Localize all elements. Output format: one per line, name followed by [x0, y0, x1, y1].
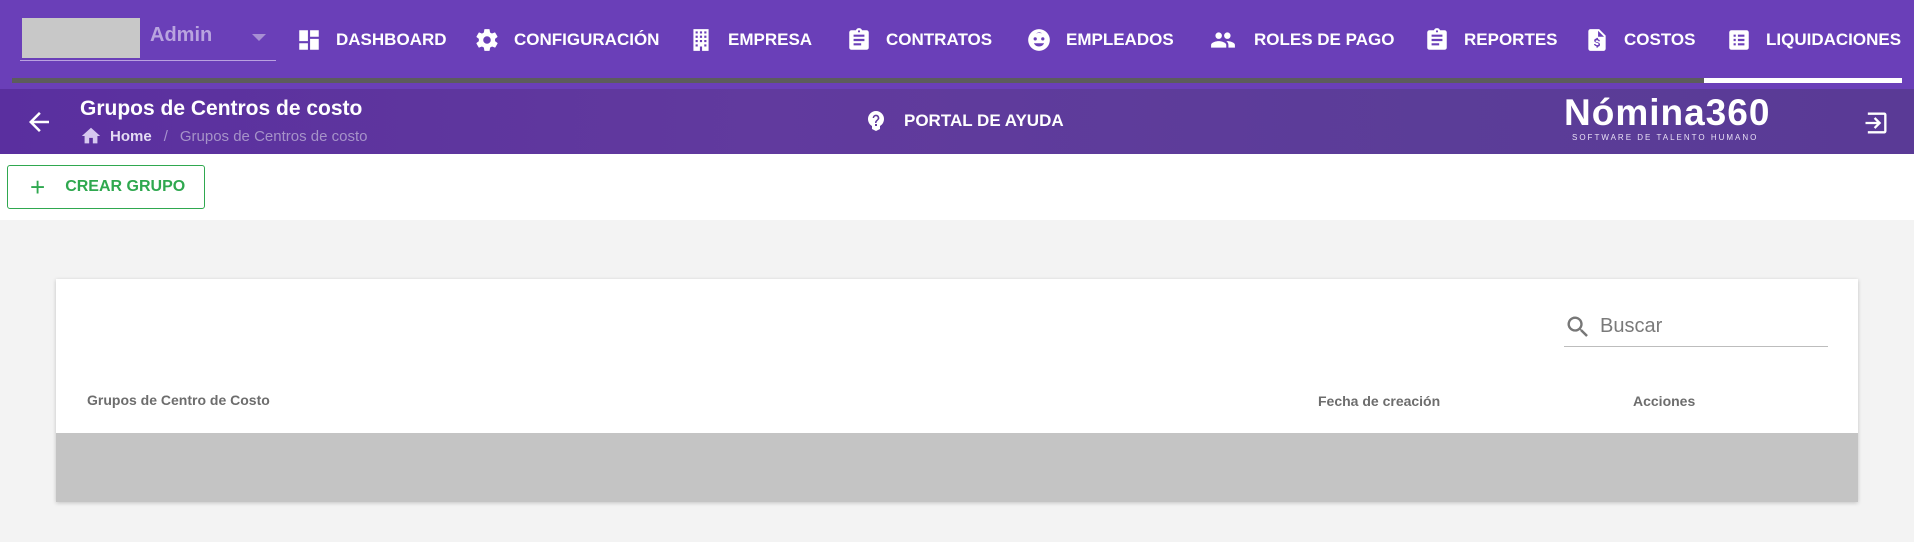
column-header-creation-date[interactable]: Fecha de creación: [1318, 393, 1440, 409]
create-group-button[interactable]: + CREAR GRUPO: [7, 165, 205, 209]
logout-icon: [1865, 112, 1887, 134]
page-title: Grupos de Centros de costo: [80, 97, 363, 120]
brand-tagline: SOFTWARE DE TALENTO HUMANO: [1572, 133, 1759, 142]
nav-item-liquidaciones[interactable]: LIQUIDACIONES: [1726, 22, 1901, 58]
nav-item-label: EMPLEADOS: [1066, 30, 1174, 49]
action-bar: + CREAR GRUPO: [0, 154, 1914, 220]
brand-name: Nómina360: [1564, 92, 1771, 133]
help-portal-label: PORTAL DE AYUDA: [904, 111, 1064, 130]
nav-item-empleados[interactable]: EMPLEADOS: [1026, 22, 1174, 58]
page-header: Grupos de Centros de costo Home / Grupos…: [0, 89, 1914, 154]
invoice-dollar-icon: [1588, 29, 1606, 51]
back-button[interactable]: [24, 107, 54, 137]
table-empty-row: [56, 433, 1858, 502]
gear-icon: [476, 29, 498, 51]
search-icon: [1567, 316, 1588, 337]
column-header-actions: Acciones: [1633, 393, 1696, 409]
clipboard-icon: [849, 28, 869, 50]
nav-item-costos[interactable]: COSTOS: [1584, 22, 1695, 58]
nav-item-label: COSTOS: [1624, 30, 1696, 49]
chevron-down-icon[interactable]: [252, 34, 266, 41]
top-navigation-bar: Admin DASHBOARD CONFIGURACIÓN EMPRESA CO…: [0, 0, 1914, 89]
help-portal-link[interactable]: PORTAL DE AYUDA: [864, 109, 1064, 133]
loading-progress-track: [12, 78, 1902, 83]
nav-item-label: DASHBOARD: [336, 30, 447, 49]
help-icon: [868, 111, 884, 131]
brand-logo: Nómina360 SOFTWARE DE TALENTO HUMANO: [1564, 92, 1794, 143]
cost-center-groups-table-card: Grupos de Centro de Costo Fecha de creac…: [56, 279, 1858, 502]
breadcrumb-current: Grupos de Centros de costo: [179, 127, 368, 145]
nav-item-dashboard[interactable]: DASHBOARD: [296, 22, 447, 58]
plus-icon: +: [30, 172, 46, 202]
search-input[interactable]: [1600, 315, 1820, 338]
nav-item-label: CONFIGURACIÓN: [514, 30, 660, 49]
arrow-left-icon: [29, 112, 49, 132]
breadcrumb-home-link[interactable]: Home: [110, 128, 152, 145]
company-logo: [22, 18, 140, 58]
people-icon: [1211, 32, 1235, 48]
column-header-group-name[interactable]: Grupos de Centro de Costo: [87, 392, 270, 408]
face-icon: [1028, 29, 1050, 51]
nav-item-configuracion[interactable]: CONFIGURACIÓN: [474, 22, 659, 58]
search-box[interactable]: [1564, 307, 1828, 347]
breadcrumb-separator: /: [163, 127, 168, 145]
building-icon: [693, 29, 709, 51]
nav-item-empresa[interactable]: EMPRESA: [688, 22, 812, 58]
nav-item-reportes[interactable]: REPORTES: [1424, 22, 1558, 58]
dashboard-icon: [299, 30, 319, 50]
logout-button[interactable]: [1862, 109, 1890, 137]
nav-item-label: ROLES DE PAGO: [1254, 30, 1395, 49]
nav-item-roles-de-pago[interactable]: ROLES DE PAGO: [1206, 22, 1394, 58]
nav-item-label: CONTRATOS: [886, 30, 993, 49]
home-icon: [81, 127, 101, 144]
nav-item-contratos[interactable]: CONTRATOS: [846, 22, 992, 58]
breadcrumb: Home / Grupos de Centros de costo: [80, 125, 367, 147]
clipboard-icon: [1427, 28, 1447, 50]
nav-item-label: REPORTES: [1464, 30, 1558, 49]
company-selector[interactable]: Admin: [20, 16, 276, 61]
nav-item-label: LIQUIDACIONES: [1766, 30, 1902, 49]
company-name: Admin: [150, 24, 213, 46]
nav-item-label: EMPRESA: [728, 30, 813, 49]
loading-progress-indicator: [1704, 78, 1902, 83]
list-icon: [1729, 30, 1749, 50]
create-group-label: CREAR GRUPO: [65, 178, 186, 195]
